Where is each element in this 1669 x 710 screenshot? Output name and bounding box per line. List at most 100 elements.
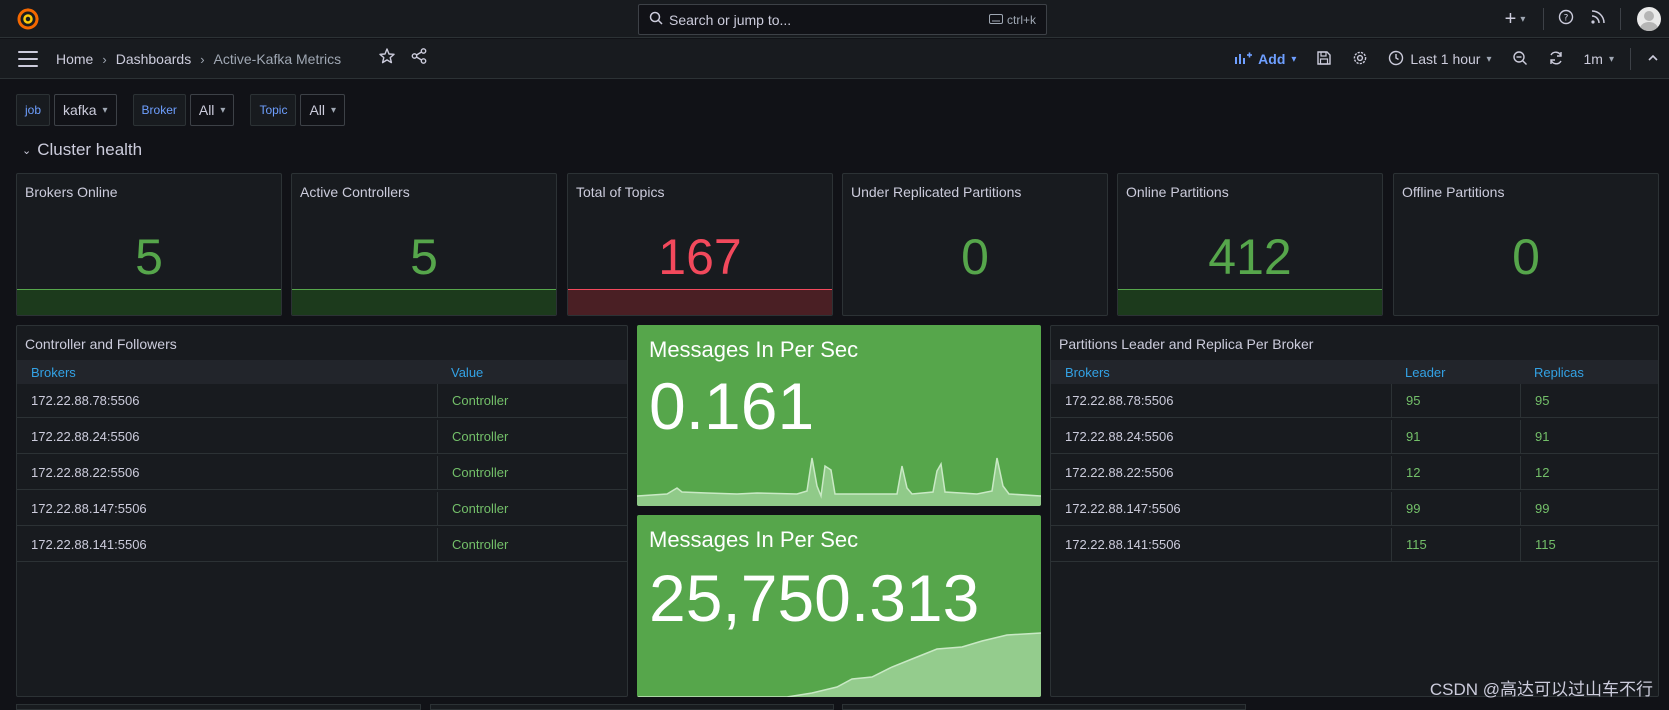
stat-value: 25,750.313 [649, 561, 980, 635]
table-cell-leader: 115 [1391, 528, 1520, 561]
stat-panel-active-controllers[interactable]: Active Controllers 5 [291, 173, 557, 316]
panel-title: Offline Partitions [1402, 184, 1505, 200]
variable-select-topic[interactable]: All ▾ [300, 94, 346, 126]
stat-panel-online-partitions[interactable]: Online Partitions 412 [1117, 173, 1383, 316]
stat-sparkline [1118, 289, 1382, 315]
table-cell-broker: 172.22.88.22:5506 [1065, 465, 1174, 480]
column-header-value[interactable]: Value [437, 360, 483, 384]
keyboard-shortcut: ctrl+k [988, 13, 1036, 27]
table-cell-broker: 172.22.88.22:5506 [31, 465, 140, 480]
grafana-logo-icon[interactable] [16, 7, 40, 31]
search-input[interactable]: Search or jump to... ctrl+k [638, 4, 1047, 35]
table-row: 172.22.88.141:5506 Controller [17, 528, 627, 562]
table-cell-replicas: 95 [1520, 384, 1549, 417]
refresh-interval-picker[interactable]: 1m ▾ [1574, 43, 1624, 75]
chevron-down-icon: ⌄ [22, 144, 32, 157]
variable-select-broker[interactable]: All ▾ [189, 94, 235, 126]
divider [1543, 8, 1544, 30]
chevron-down-icon: ▾ [102, 104, 108, 116]
stat-panel-offline-partitions[interactable]: Offline Partitions 0 [1393, 173, 1659, 316]
variable-select-job[interactable]: kafka ▾ [54, 94, 117, 126]
table-cell-leader: 91 [1391, 420, 1520, 453]
stat-value: 167 [658, 229, 742, 285]
variable-value-broker: All [198, 102, 215, 118]
refresh-button[interactable] [1538, 43, 1574, 75]
refresh-icon [1548, 50, 1564, 69]
chevron-up-icon [1647, 51, 1659, 67]
table-cell-broker: 172.22.88.147:5506 [31, 501, 147, 516]
stat-panel-messages-in-per-sec[interactable]: Messages In Per Sec 0.161 [637, 325, 1041, 506]
user-avatar[interactable] [1637, 7, 1661, 31]
variable-value-topic: All [309, 102, 326, 118]
variable-label-topic: Topic [250, 94, 297, 126]
breadcrumb-home[interactable]: Home [56, 51, 93, 67]
stat-sparkline [637, 457, 1041, 506]
stat-value: 5 [135, 229, 163, 285]
chevron-down-icon: ▾ [1291, 53, 1297, 65]
stat-value: 412 [1208, 229, 1292, 285]
table-row: 172.22.88.147:5506 99 99 [1051, 492, 1658, 526]
table-cell-value: Controller [437, 456, 508, 489]
table-cell-value: Controller [437, 384, 508, 417]
help-button[interactable]: ? [1550, 3, 1582, 35]
add-panel-icon [1234, 51, 1253, 68]
stat-sparkline [637, 632, 1041, 697]
help-icon: ? [1558, 9, 1574, 30]
table-cell-broker: 172.22.88.24:5506 [31, 429, 140, 444]
panel-title: Messages In Per Sec [649, 337, 859, 362]
share-icon[interactable] [410, 47, 428, 70]
new-menu-button[interactable]: + ▾ [1493, 3, 1537, 35]
panel-title: Total of Topics [576, 184, 665, 200]
stat-panel-messages-in-per-sec-total[interactable]: Messages In Per Sec 25,750.313 [637, 515, 1041, 697]
column-header-brokers[interactable]: Brokers [17, 360, 437, 384]
table-row: 172.22.88.78:5506 95 95 [1051, 384, 1658, 418]
dashboard-title-actions [378, 47, 428, 70]
search-placeholder: Search or jump to... [669, 11, 792, 28]
table-cell-leader: 12 [1391, 456, 1520, 489]
zoom-out-icon [1512, 50, 1528, 69]
save-dashboard-button[interactable] [1306, 43, 1342, 75]
variable-value-job: kafka [63, 102, 97, 118]
chevron-down-icon: ▾ [1520, 13, 1526, 25]
row-header-cluster-health[interactable]: ⌄ Cluster health [22, 140, 142, 160]
dashboard-navbar: Home › Dashboards › Active-Kafka Metrics… [0, 39, 1669, 79]
panel-title: Controller and Followers [25, 336, 177, 352]
table-cell-value: Controller [437, 420, 508, 453]
gear-icon [1352, 50, 1368, 69]
breadcrumb-separator-icon: › [102, 51, 107, 67]
zoom-out-button[interactable] [1502, 43, 1538, 75]
add-button[interactable]: Add ▾ [1224, 43, 1306, 75]
table-panel-controller-followers[interactable]: Controller and Followers Brokers Value 1… [16, 325, 628, 697]
topbar-actions: + ▾ ? [1493, 0, 1669, 38]
stat-panel-under-replicated-partitions[interactable]: Under Replicated Partitions 0 [842, 173, 1108, 316]
column-header-leader[interactable]: Leader [1391, 360, 1520, 384]
collapse-toolbar-button[interactable] [1637, 43, 1669, 75]
column-header-brokers[interactable]: Brokers [1051, 360, 1391, 384]
table-panel-partitions-leader-replica[interactable]: Partitions Leader and Replica Per Broker… [1050, 325, 1659, 697]
variable-label-job: job [16, 94, 51, 126]
panel-partial [842, 704, 1246, 710]
column-header-replicas[interactable]: Replicas [1520, 360, 1584, 384]
table-header: Brokers Leader Replicas [1051, 360, 1658, 384]
breadcrumb-dashboards[interactable]: Dashboards [116, 51, 192, 67]
stat-panel-brokers-online[interactable]: Brokers Online 5 [16, 173, 282, 316]
news-button[interactable] [1582, 3, 1614, 35]
panel-title: Online Partitions [1126, 184, 1229, 200]
panel-title: Active Controllers [300, 184, 410, 200]
menu-icon[interactable] [18, 51, 38, 67]
chevron-down-icon: ▾ [331, 104, 337, 116]
table-cell-value: Controller [437, 528, 508, 561]
svg-text:?: ? [1564, 13, 1569, 23]
shortcut-text: ctrl+k [1006, 13, 1036, 27]
plus-icon: + [1504, 7, 1517, 30]
star-icon[interactable] [378, 47, 396, 70]
time-range-label: Last 1 hour [1410, 51, 1481, 67]
table-cell-value: Controller [437, 492, 508, 525]
dashboard-settings-button[interactable] [1342, 43, 1378, 75]
table-cell-broker: 172.22.88.141:5506 [1065, 537, 1181, 552]
time-picker[interactable]: Last 1 hour ▾ [1378, 43, 1501, 75]
table-row: 172.22.88.22:5506 Controller [17, 456, 627, 490]
stat-sparkline [17, 289, 281, 315]
table-cell-replicas: 99 [1520, 492, 1549, 525]
stat-panel-total-topics[interactable]: Total of Topics 167 [567, 173, 833, 316]
